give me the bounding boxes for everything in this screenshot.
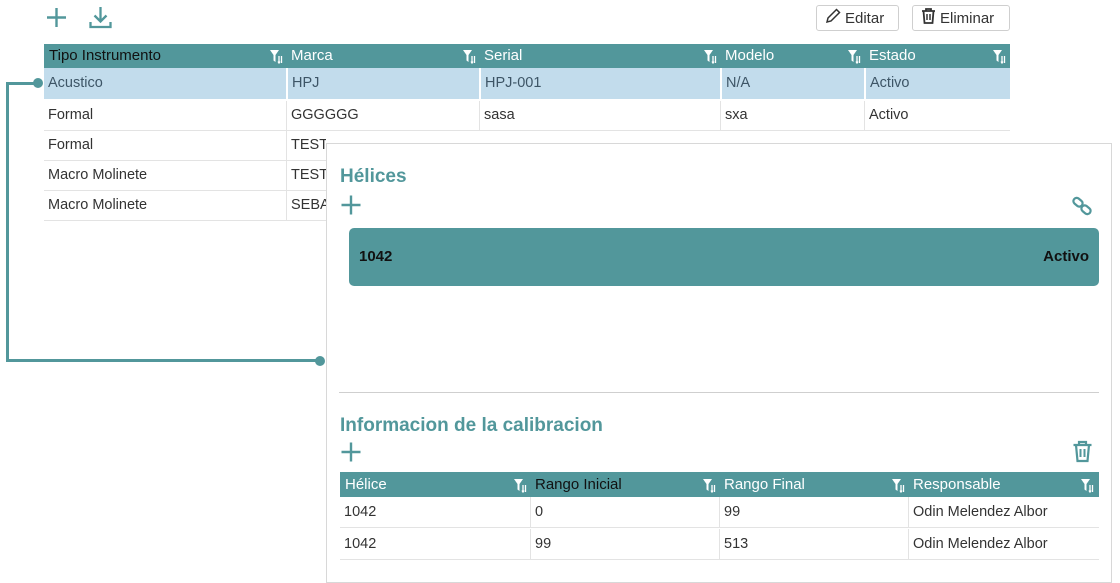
delete-button-label: Eliminar [940, 9, 995, 27]
table-cell: Macro Molinete [48, 197, 148, 213]
calibration-title: Informacion de la calibracion [340, 415, 603, 436]
column-header-rango-inicial[interactable]: Rango Inicial [530, 472, 719, 497]
column-header-responsable[interactable]: Responsable [908, 472, 1099, 497]
column-header-estado[interactable]: Estado [864, 44, 1010, 68]
filter-icon[interactable] [992, 49, 1006, 69]
column-header-rango-final[interactable]: Rango Final [719, 472, 908, 497]
table-row[interactable]: 1042 99 513 Odin Melendez Albor [340, 529, 1099, 560]
connector-line [6, 82, 9, 362]
table-cell: 99 [530, 529, 719, 560]
helices-title: Hélices [340, 166, 407, 187]
table-cell: 1042 [344, 504, 377, 520]
table-cell: N/A [720, 68, 864, 101]
connector-dot [315, 356, 325, 366]
table-cell: Acustico [48, 75, 103, 91]
table-header: Tipo Instrumento Marca Serial Modelo Est… [44, 44, 1010, 68]
table-cell: GGGGGG [286, 101, 479, 131]
detail-panel: Hélices 1042 Activo Informacion de la ca… [326, 143, 1112, 583]
table-cell: sasa [479, 101, 720, 131]
table-cell: 513 [719, 529, 908, 560]
table-cell: HPJ-001 [479, 68, 720, 101]
filter-icon[interactable] [891, 478, 905, 498]
filter-icon[interactable] [513, 478, 527, 498]
table-cell: Formal [48, 137, 94, 153]
pencil-icon [824, 7, 842, 29]
table-row[interactable]: 1042 0 99 Odin Melendez Albor [340, 497, 1099, 528]
trash-icon [920, 7, 937, 29]
download-icon[interactable] [88, 5, 113, 30]
table-row[interactable]: Macro Molinete SEBA [44, 191, 326, 221]
column-header-helice[interactable]: Hélice [340, 472, 530, 497]
table-cell: Odin Melendez Albor [908, 497, 1099, 528]
edit-button-label: Editar [845, 9, 885, 27]
table-cell: Odin Melendez Albor [908, 529, 1099, 560]
add-calibration-icon[interactable] [340, 441, 362, 463]
filter-icon[interactable] [1080, 478, 1094, 498]
table-cell: 1042 [344, 536, 377, 552]
edit-button[interactable]: Editar [816, 5, 899, 31]
table-cell: TEST [286, 161, 326, 191]
table-cell: Activo [864, 68, 1010, 101]
filter-icon[interactable] [703, 49, 717, 69]
helice-id: 1042 [359, 248, 393, 265]
table-row[interactable]: Acustico HPJ HPJ-001 N/A Activo [44, 68, 1010, 101]
table-cell: sxa [720, 101, 864, 131]
helice-card[interactable]: 1042 Activo [349, 228, 1099, 286]
add-icon[interactable] [45, 6, 68, 29]
column-header-serial[interactable]: Serial [479, 44, 720, 68]
table-header: Hélice Rango Inicial Rango Final Respons… [340, 472, 1099, 497]
table-cell: 0 [530, 497, 719, 528]
filter-icon[interactable] [462, 49, 476, 69]
table-row[interactable]: Formal TEST [44, 131, 326, 161]
link-icon[interactable] [1071, 195, 1093, 217]
delete-button[interactable]: Eliminar [912, 5, 1010, 31]
filter-icon[interactable] [269, 49, 283, 69]
table-cell: HPJ [286, 68, 479, 101]
trash-icon[interactable] [1072, 440, 1093, 463]
table-cell: TEST [286, 131, 326, 161]
connector-dot [33, 78, 43, 88]
filter-icon[interactable] [702, 478, 716, 498]
table-cell: Macro Molinete [48, 167, 148, 183]
add-helice-icon[interactable] [340, 194, 362, 216]
divider [339, 392, 1099, 393]
table-cell: 99 [719, 497, 908, 528]
table-row[interactable]: Formal GGGGGG sasa sxa Activo [44, 101, 1010, 131]
connector-line [6, 359, 320, 362]
filter-icon[interactable] [847, 49, 861, 69]
table-cell: SEBA [286, 191, 326, 221]
column-header-modelo[interactable]: Modelo [720, 44, 864, 68]
table-cell: Activo [864, 101, 1010, 131]
column-header-marca[interactable]: Marca [286, 44, 479, 68]
helice-status: Activo [1043, 248, 1089, 265]
table-row[interactable]: Macro Molinete TEST [44, 161, 326, 191]
column-header-tipo[interactable]: Tipo Instrumento [44, 44, 286, 68]
table-cell: Formal [48, 107, 94, 123]
